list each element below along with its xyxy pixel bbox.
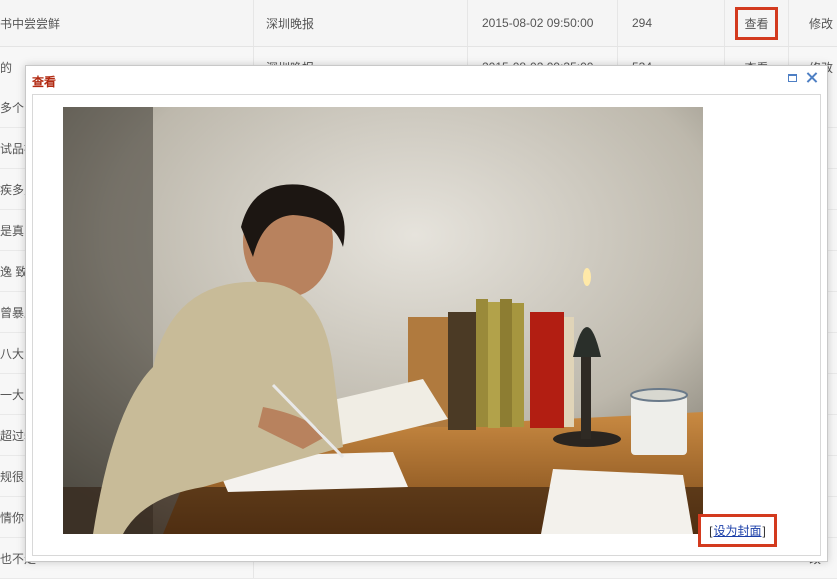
cell-date: 2015-08-02 09:50:00: [468, 0, 618, 46]
dialog-tools: [788, 72, 817, 83]
table-row: 书中尝尝鲜 深圳晚报 2015-08-02 09:50:00 294 查看 修改: [0, 0, 837, 47]
article-photo: [63, 107, 703, 534]
close-icon[interactable]: [806, 72, 817, 83]
cell-title: 书中尝尝鲜: [0, 0, 254, 46]
dialog-body: [ 设为封面 ]: [32, 94, 821, 556]
dialog-header[interactable]: 查看: [26, 66, 827, 93]
view-button[interactable]: 查看: [735, 6, 778, 40]
set-cover-control: [ 设为封面 ]: [698, 514, 777, 547]
maximize-icon[interactable]: [788, 73, 797, 82]
bracket-close: ]: [762, 523, 766, 538]
cell-count: 294: [618, 0, 725, 46]
cell-view: 查看: [725, 0, 789, 46]
cell-source: 深圳晚报: [254, 0, 468, 46]
bracket-open: [: [709, 523, 713, 538]
set-cover-link[interactable]: 设为封面: [713, 522, 761, 539]
dialog-title: 查看: [32, 75, 57, 89]
view-dialog: 查看 [设为封面]: [25, 65, 828, 562]
edit-link[interactable]: 修改: [789, 0, 837, 46]
